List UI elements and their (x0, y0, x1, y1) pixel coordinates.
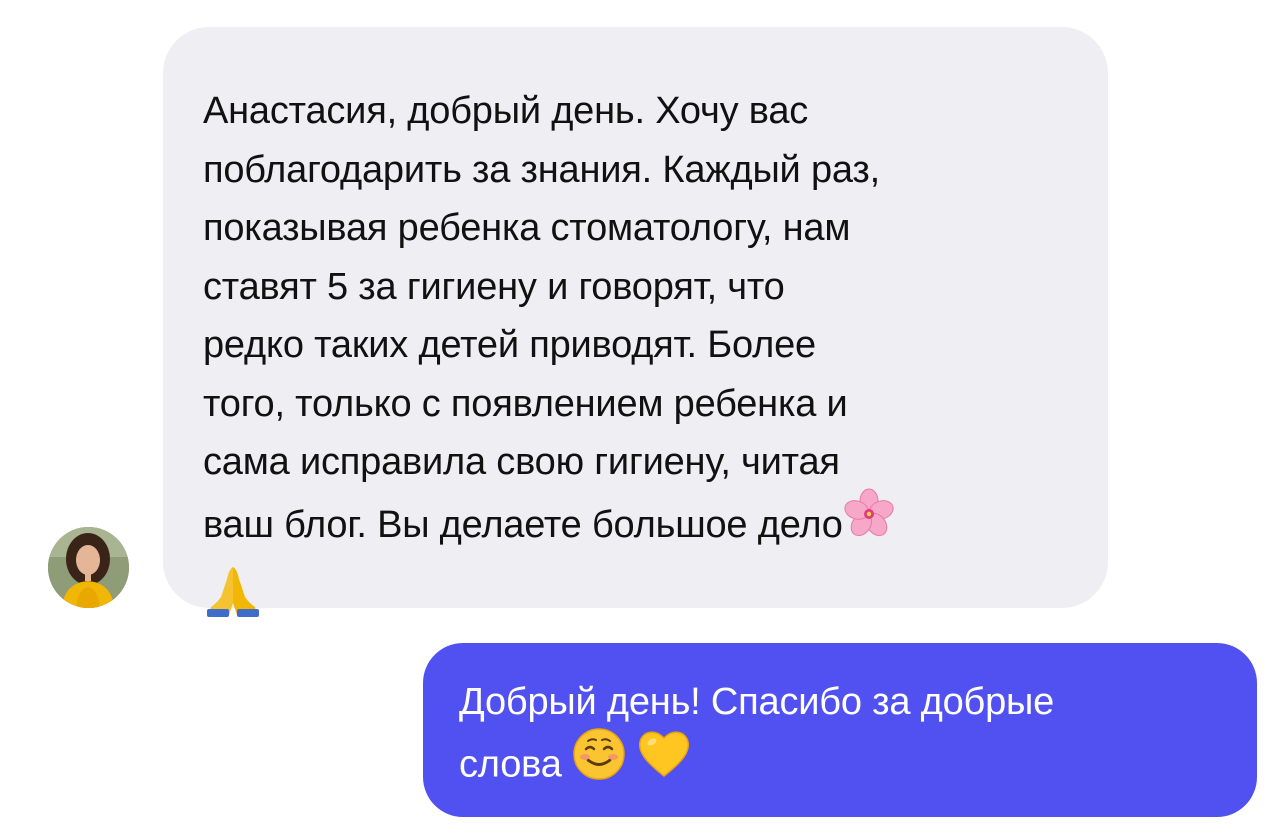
avatar[interactable] (48, 527, 129, 608)
incoming-message-body: Анастасия, добрый день. Хочу вас поблаго… (203, 90, 880, 546)
folded-hands-icon (203, 563, 263, 635)
incoming-message-text: Анастасия, добрый день. Хочу вас поблаго… (203, 82, 1068, 633)
outgoing-message-bubble[interactable]: Добрый день! Спасибо за добрые слова (423, 643, 1257, 817)
chat-thread: Анастасия, добрый день. Хочу вас поблаго… (0, 0, 1280, 838)
avatar-photo (48, 527, 129, 608)
cherry-blossom-icon (843, 488, 895, 558)
outgoing-message-body: Добрый день! Спасибо за добрые слова (459, 681, 1055, 786)
yellow-heart-icon (636, 728, 692, 797)
smiling-face-icon (572, 727, 626, 798)
outgoing-message-text: Добрый день! Спасибо за добрые слова (459, 673, 1221, 802)
incoming-message-bubble[interactable]: Анастасия, добрый день. Хочу вас поблаго… (163, 27, 1108, 617)
